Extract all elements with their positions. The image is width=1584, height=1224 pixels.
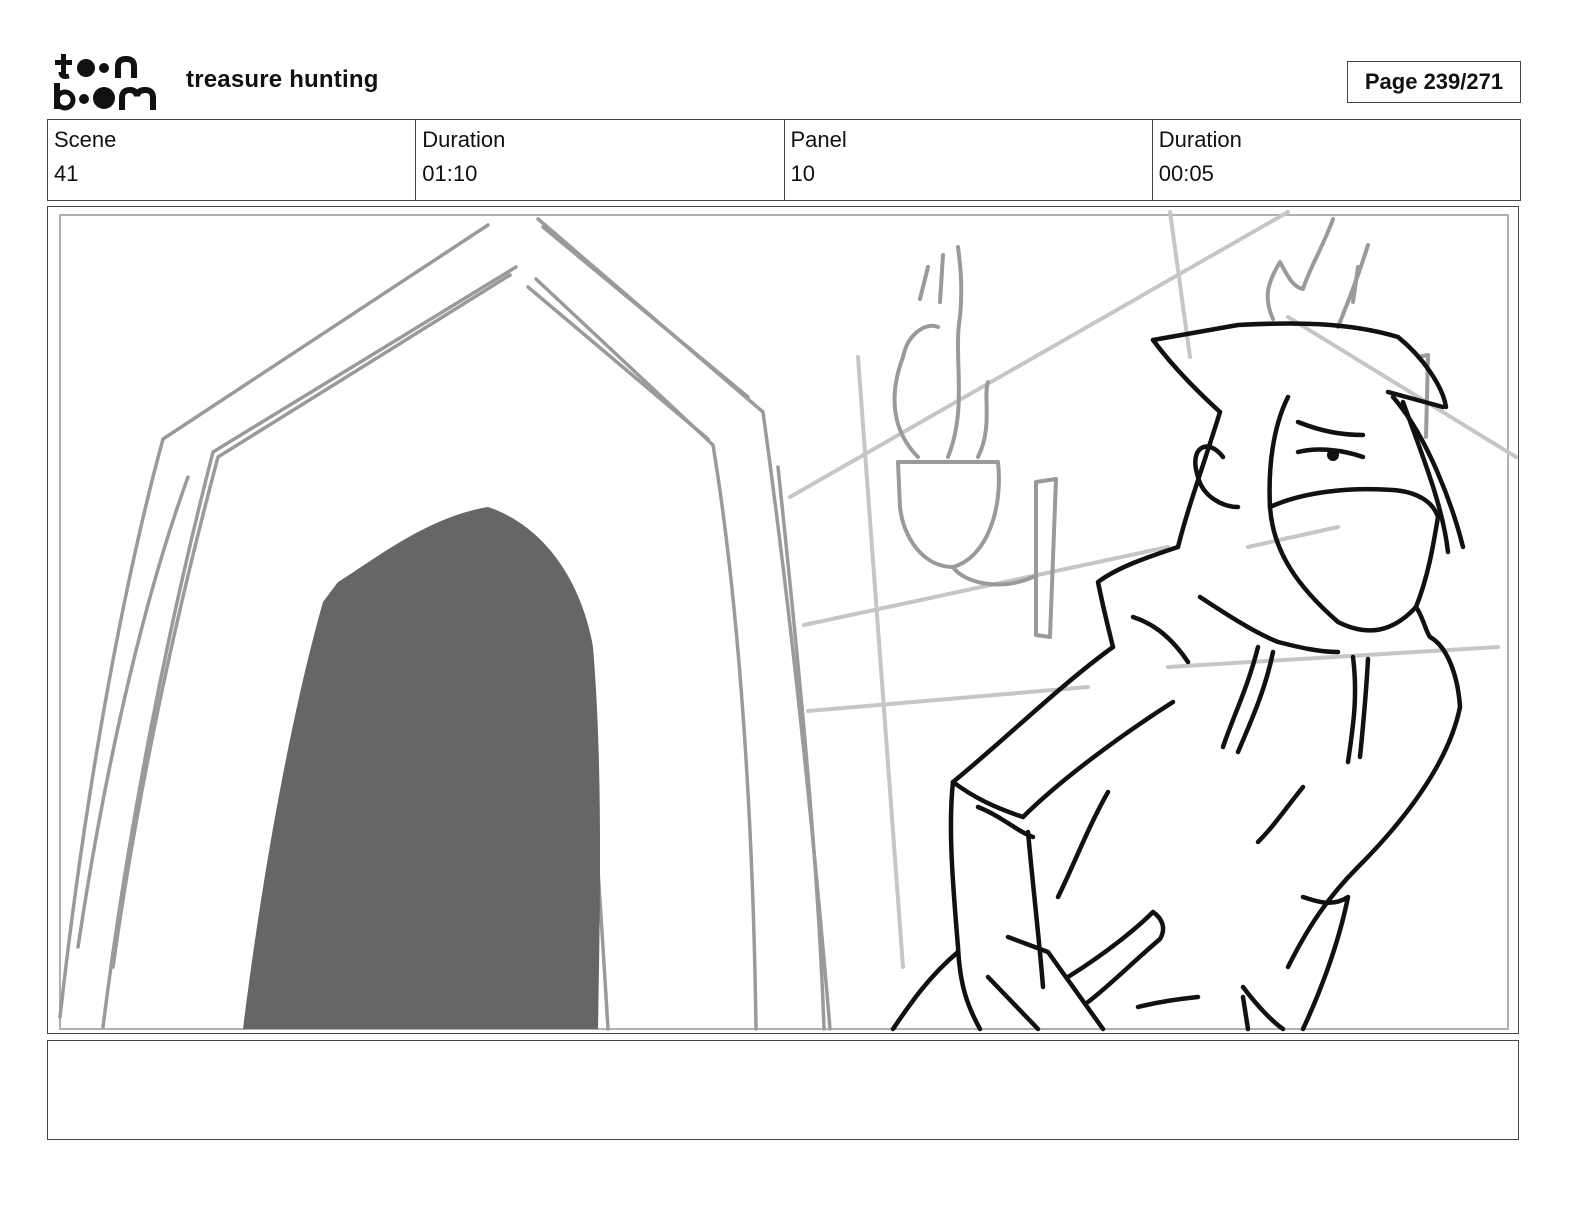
panel-duration-value: 00:05 xyxy=(1158,161,1214,186)
character-sketch xyxy=(890,321,1466,1032)
doorway-shadow xyxy=(243,507,601,1029)
toon-boom-logo xyxy=(54,54,156,111)
torch-sconce xyxy=(892,217,1430,639)
scene-label: Scene xyxy=(54,127,117,152)
panel-sketch xyxy=(58,210,1518,1032)
scene-value: 41 xyxy=(54,161,79,186)
scene-duration-label: Duration xyxy=(422,127,506,152)
storyboard-panel xyxy=(47,206,1519,1034)
wall-lines xyxy=(788,210,1518,969)
panel-value: 10 xyxy=(790,161,815,186)
scene-duration-cell: Duration 01:10 xyxy=(416,120,785,200)
panel-notes-area xyxy=(47,1040,1519,1140)
scene-duration-value: 01:10 xyxy=(422,161,478,186)
page-indicator: Page 239/271 xyxy=(1347,61,1521,103)
panel-duration-label: Duration xyxy=(1158,127,1242,152)
project-title: treasure hunting xyxy=(186,66,379,93)
panel-label: Panel xyxy=(790,127,847,152)
panel-duration-cell: Duration 00:05 xyxy=(1153,120,1520,200)
panel-cell: Panel 10 xyxy=(785,120,1153,200)
scene-info-table: Scene 41 Duration 01:10 Panel 10 Duratio… xyxy=(47,119,1521,201)
scene-cell: Scene 41 xyxy=(48,120,417,200)
